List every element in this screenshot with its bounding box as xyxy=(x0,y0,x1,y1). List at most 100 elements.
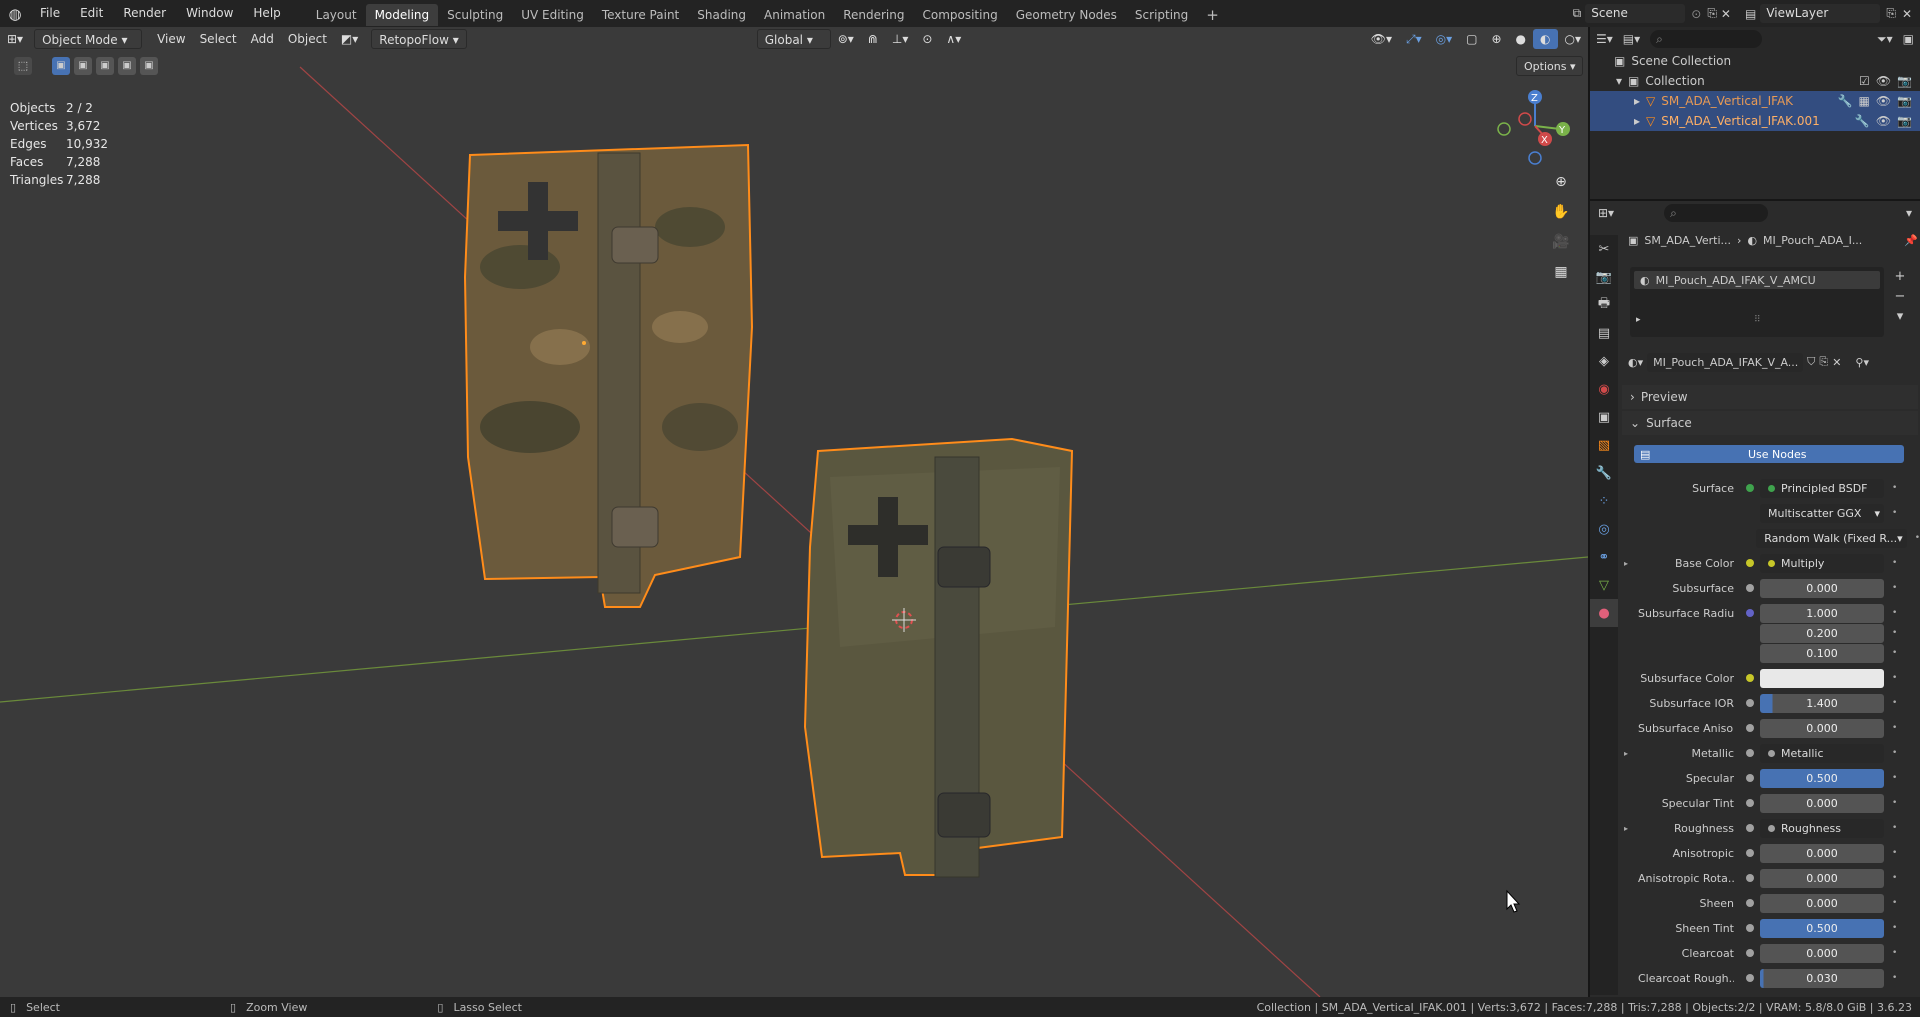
new-collection-icon[interactable]: ▣ xyxy=(1903,32,1914,46)
keyframe-dot-icon[interactable]: • xyxy=(1892,723,1897,733)
tab-compositing[interactable]: Compositing xyxy=(913,4,1006,26)
modifier-wrench-icon[interactable]: 🔧 xyxy=(1855,114,1870,128)
numeric-slider[interactable]: 0.000 xyxy=(1760,868,1884,888)
node-link-icon[interactable]: ⚲▾ xyxy=(1855,356,1869,369)
keyframe-dot-icon[interactable]: • xyxy=(1892,798,1897,808)
delete-view-layer-icon[interactable]: ✕ xyxy=(1902,7,1912,21)
camera-icon[interactable]: 🎥 xyxy=(1548,229,1574,255)
keyframe-dot-icon[interactable]: • xyxy=(1915,533,1920,543)
dropdown-select[interactable]: Random Walk (Fixed R... ▾ xyxy=(1756,528,1907,548)
chevron-right-icon[interactable]: ▸ xyxy=(1634,94,1640,108)
constraints-tab-icon[interactable]: ⚭ xyxy=(1590,543,1618,571)
material-shading-icon[interactable]: ◐ xyxy=(1533,29,1558,49)
keyframe-dot-icon[interactable]: • xyxy=(1892,648,1897,658)
visibility-icon[interactable]: 👁▾ xyxy=(1364,29,1399,49)
pan-hand-icon[interactable]: ✋ xyxy=(1548,199,1574,225)
tab-modeling[interactable]: Modeling xyxy=(365,3,439,26)
browse-material-icon[interactable]: ◐▾ xyxy=(1628,356,1643,369)
camera-render-icon[interactable]: 📷 xyxy=(1897,114,1912,128)
properties-search-field[interactable]: ⌕ xyxy=(1664,204,1769,222)
keyframe-dot-icon[interactable]: • xyxy=(1892,923,1897,933)
expand-triangle-icon[interactable]: ▸ xyxy=(1624,749,1638,758)
collection-tab-icon[interactable]: ▣ xyxy=(1590,403,1618,431)
keyframe-dot-icon[interactable]: • xyxy=(1892,628,1897,638)
pin-icon[interactable]: ⊙ xyxy=(1691,7,1701,21)
display-mode-icon[interactable]: ▤▾ xyxy=(1623,32,1640,46)
select-mode-intersect-icon[interactable]: ▣ xyxy=(140,57,158,75)
keyframe-dot-icon[interactable]: • xyxy=(1892,558,1897,568)
keyframe-dot-icon[interactable]: • xyxy=(1892,608,1897,618)
particles-tab-icon[interactable]: ⁘ xyxy=(1590,487,1618,515)
overlay-icon[interactable]: ◎▾ xyxy=(1429,29,1460,49)
outliner-row[interactable]: ▸ ▽ SM_ADA_Vertical_IFAK.001 🔧 👁 📷 xyxy=(1590,111,1920,131)
socket-dot-icon[interactable] xyxy=(1746,924,1754,932)
render-tab-icon[interactable]: 📷 xyxy=(1590,263,1618,291)
menu-file[interactable]: File xyxy=(30,0,70,27)
socket-dot-icon[interactable] xyxy=(1746,724,1754,732)
modifier-tab-icon[interactable]: 🔧 xyxy=(1590,459,1618,487)
list-resize-handle[interactable]: ⠿ xyxy=(1754,315,1761,325)
numeric-slider[interactable]: 0.200 xyxy=(1760,623,1884,643)
physics-tab-icon[interactable]: ◎ xyxy=(1590,515,1618,543)
keyframe-dot-icon[interactable]: • xyxy=(1892,748,1897,758)
keyframe-dot-icon[interactable]: • xyxy=(1892,583,1897,593)
numeric-slider[interactable]: 0.500 xyxy=(1760,768,1884,788)
output-tab-icon[interactable]: 🖶 xyxy=(1590,291,1618,319)
unlink-material-icon[interactable]: ✕ xyxy=(1832,356,1841,369)
delete-scene-icon[interactable]: ✕ xyxy=(1721,7,1731,21)
material-tab-icon[interactable]: ● xyxy=(1590,599,1618,627)
numeric-slider[interactable]: 0.500 xyxy=(1760,918,1884,938)
duplicate-material-icon[interactable]: ⎘ xyxy=(1819,355,1828,369)
chevron-down-icon[interactable]: ▾ xyxy=(1616,74,1622,88)
object-tab-icon[interactable]: ▧ xyxy=(1590,431,1618,459)
pin-icon[interactable]: 📌 xyxy=(1904,234,1918,247)
view-layer-tab-icon[interactable]: ▤ xyxy=(1590,319,1618,347)
menu-add[interactable]: Add xyxy=(244,29,281,49)
keyframe-dot-icon[interactable]: • xyxy=(1892,948,1897,958)
socket-dot-icon[interactable] xyxy=(1746,699,1754,707)
material-name-field[interactable]: MI_Pouch_ADA_IFAK_V_A... xyxy=(1647,352,1804,372)
eye-icon[interactable]: 👁 xyxy=(1876,74,1891,88)
color-swatch[interactable] xyxy=(1760,668,1884,688)
keyframe-dot-icon[interactable]: • xyxy=(1892,848,1897,858)
tab-layout[interactable]: Layout xyxy=(307,4,366,26)
tab-uv-editing[interactable]: UV Editing xyxy=(512,4,593,26)
menu-view[interactable]: View xyxy=(150,29,192,49)
material-slot-list[interactable]: ◐ MI_Pouch_ADA_IFAK_V_AMCU ▸ ⠿ xyxy=(1630,267,1884,337)
falloff-icon[interactable]: ∧▾ xyxy=(939,29,968,49)
pivot-icon[interactable]: ⊚▾ xyxy=(831,29,861,49)
wireframe-shading-icon[interactable]: ⊕ xyxy=(1484,29,1508,49)
view-layer-icon[interactable]: ▤ xyxy=(1745,7,1756,21)
eye-icon[interactable]: 👁 xyxy=(1876,114,1891,128)
properties-editor-icon[interactable]: ⊞▾ xyxy=(1598,206,1614,220)
socket-dot-icon[interactable] xyxy=(1746,609,1754,617)
socket-dot-icon[interactable] xyxy=(1746,899,1754,907)
data-tab-icon[interactable]: ▽ xyxy=(1590,571,1618,599)
socket-dot-icon[interactable] xyxy=(1746,749,1754,757)
tab-shading[interactable]: Shading xyxy=(688,4,755,26)
tab-animation[interactable]: Animation xyxy=(755,4,834,26)
menu-edit[interactable]: Edit xyxy=(70,0,113,27)
keyframe-dot-icon[interactable]: • xyxy=(1892,673,1897,683)
gizmo-toggle-icon[interactable]: ⤢▾ xyxy=(1399,29,1429,49)
select-mode-new-icon[interactable]: ▣ xyxy=(52,57,70,75)
gpencil-icon[interactable]: ◩▾ xyxy=(334,29,365,49)
mesh-data-icon[interactable]: ▦ xyxy=(1858,94,1869,108)
socket-dot-icon[interactable] xyxy=(1746,559,1754,567)
proportional-edit-icon[interactable]: ⊙ xyxy=(915,29,939,49)
options-dropdown[interactable]: Options ▾ xyxy=(1516,56,1584,76)
expand-triangle-icon[interactable]: ▸ xyxy=(1624,824,1638,833)
material-slot-item[interactable]: ◐ MI_Pouch_ADA_IFAK_V_AMCU xyxy=(1634,271,1880,289)
outliner-row[interactable]: ▣ Scene Collection xyxy=(1590,51,1920,71)
socket-dot-icon[interactable] xyxy=(1746,774,1754,782)
editor-type-icon[interactable]: ⊞▾ xyxy=(0,29,30,49)
tab-geometry-nodes[interactable]: Geometry Nodes xyxy=(1007,4,1126,26)
menu-render[interactable]: Render xyxy=(113,0,176,27)
dropdown-select[interactable]: Multiscatter GGX ▾ xyxy=(1760,503,1884,523)
linked-node-field[interactable]: Principled BSDF xyxy=(1760,478,1884,498)
add-workspace-icon[interactable]: + xyxy=(1197,4,1228,26)
keyframe-dot-icon[interactable]: • xyxy=(1892,508,1897,518)
fake-user-shield-icon[interactable]: ⛉ xyxy=(1807,355,1815,369)
3d-viewport[interactable]: Z Y X ⊞▾ Object Mode ▾ View Select Add O… xyxy=(0,27,1588,997)
numeric-slider[interactable]: 0.000 xyxy=(1760,578,1884,598)
